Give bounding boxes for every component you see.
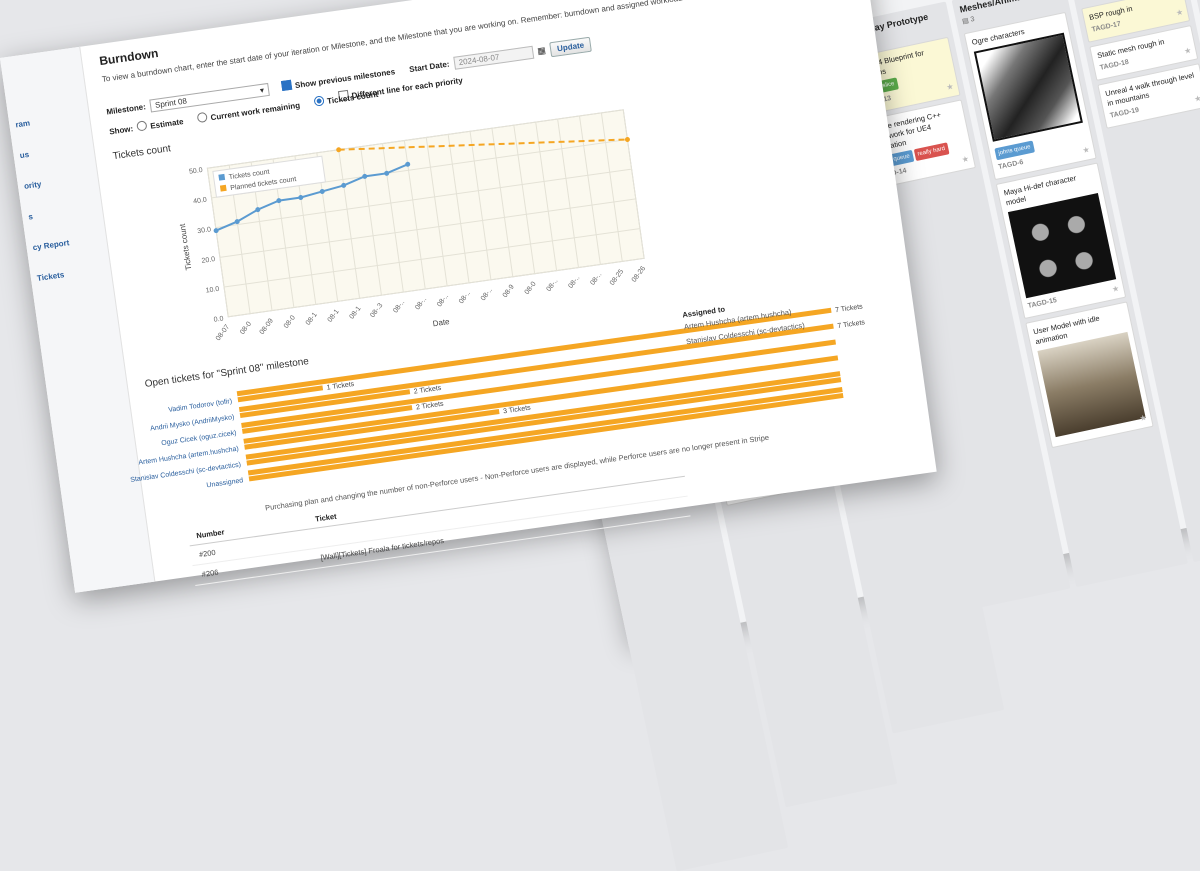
star-icon[interactable]: ★ bbox=[1175, 7, 1184, 18]
sidebar-link[interactable]: Tickets bbox=[30, 260, 112, 288]
x-tick-label: 08-.. bbox=[546, 277, 560, 292]
x-tick-label: 08-.. bbox=[458, 290, 472, 305]
page-title: Burndown bbox=[98, 46, 160, 69]
milestone-value: Sprint 08 bbox=[154, 96, 188, 110]
start-date-input[interactable]: 2024-08-07 bbox=[452, 45, 534, 70]
x-tick-label: 08-0 bbox=[524, 280, 538, 295]
x-tick-label: 08-09 bbox=[259, 317, 275, 336]
calendar-icon[interactable]: ▦ bbox=[537, 45, 547, 56]
y-tick-label: 20.0 bbox=[201, 256, 216, 265]
x-tick-label: 08-0 bbox=[283, 314, 297, 329]
bar-data-label: 7 Tickets bbox=[837, 319, 866, 330]
update-button[interactable]: Update bbox=[549, 36, 593, 58]
tickets-count-label: Tickets count bbox=[326, 89, 379, 106]
y-tick-label: 50.0 bbox=[189, 167, 204, 176]
star-icon[interactable]: ★ bbox=[946, 82, 955, 93]
x-tick-label: 08-1 bbox=[305, 311, 319, 326]
work-remaining-radio[interactable] bbox=[196, 111, 209, 123]
y-tick-label: 10.0 bbox=[205, 286, 220, 295]
y-tick-label: 30.0 bbox=[197, 226, 212, 235]
show-prev-checkbox[interactable] bbox=[281, 79, 293, 91]
card-image bbox=[1037, 331, 1146, 438]
show-label: Show: bbox=[108, 124, 134, 137]
x-tick-label: 08-9 bbox=[502, 284, 516, 299]
card-image bbox=[973, 32, 1083, 142]
kanban-card[interactable]: Ogre characters johns queue TAGD-6 ★ bbox=[963, 11, 1097, 181]
card-image bbox=[1007, 193, 1117, 299]
chevron-down-icon: ▾ bbox=[259, 85, 265, 96]
x-tick-label: 08-.. bbox=[436, 293, 450, 308]
x-axis-label: Date bbox=[432, 317, 451, 328]
kanban-card[interactable]: User Model with idle animation ★ bbox=[1025, 301, 1154, 449]
sidebar-link[interactable]: ority bbox=[17, 168, 99, 196]
sidebar-link[interactable]: us bbox=[13, 137, 95, 165]
x-tick-label: 08-.. bbox=[589, 271, 603, 286]
star-icon[interactable]: ★ bbox=[1111, 284, 1120, 295]
milestone-label: Milestone: bbox=[105, 102, 147, 117]
star-icon[interactable]: ★ bbox=[1082, 145, 1091, 156]
x-tick-label: 08-25 bbox=[609, 268, 625, 287]
category-label[interactable]: Oguz Cicek (oguz.cicek) bbox=[161, 430, 237, 447]
bar-data-label: 7 Tickets bbox=[835, 303, 864, 314]
y-axis-label: Tickets count bbox=[178, 222, 194, 270]
kanban-card[interactable]: Maya Hi-def character model TAGD-15 ★ bbox=[995, 162, 1127, 320]
category-label[interactable]: Vadim Todorov (tofir) bbox=[168, 398, 233, 414]
x-tick-label: 08-1 bbox=[327, 308, 341, 323]
estimate-radio[interactable] bbox=[136, 119, 148, 132]
y-tick-label: 0.0 bbox=[213, 315, 224, 323]
y-tick-label: 40.0 bbox=[193, 197, 208, 206]
legend-swatch bbox=[218, 173, 226, 181]
x-tick-label: 08-.. bbox=[392, 299, 406, 314]
star-icon[interactable]: ★ bbox=[1193, 94, 1200, 105]
x-tick-label: 08-.. bbox=[414, 296, 428, 311]
x-tick-label: 08-07 bbox=[215, 324, 231, 343]
x-tick-label: 08-.3 bbox=[369, 302, 384, 319]
estimate-label: Estimate bbox=[149, 117, 185, 131]
x-tick-label: 08-1 bbox=[349, 305, 363, 320]
x-tick-label: 08-26 bbox=[631, 265, 647, 284]
legend-swatch bbox=[219, 184, 227, 192]
x-tick-label: 08-0 bbox=[239, 320, 253, 335]
star-icon[interactable]: ★ bbox=[961, 154, 970, 165]
star-icon[interactable]: ★ bbox=[1183, 46, 1192, 57]
tickets-count-radio[interactable] bbox=[313, 95, 325, 107]
category-label[interactable]: Andrii Mysko (AndriiMysko) bbox=[150, 414, 235, 433]
x-tick-label: 08-.. bbox=[567, 274, 581, 289]
category-label[interactable]: Unassigned bbox=[206, 477, 244, 489]
work-remaining-label: Current work remaining bbox=[210, 100, 301, 123]
sidebar-link[interactable]: s bbox=[21, 198, 103, 226]
star-icon[interactable]: ★ bbox=[1139, 413, 1148, 424]
sidebar-link[interactable]: cy Report bbox=[26, 229, 108, 257]
x-tick-label: 08-.. bbox=[480, 287, 494, 302]
